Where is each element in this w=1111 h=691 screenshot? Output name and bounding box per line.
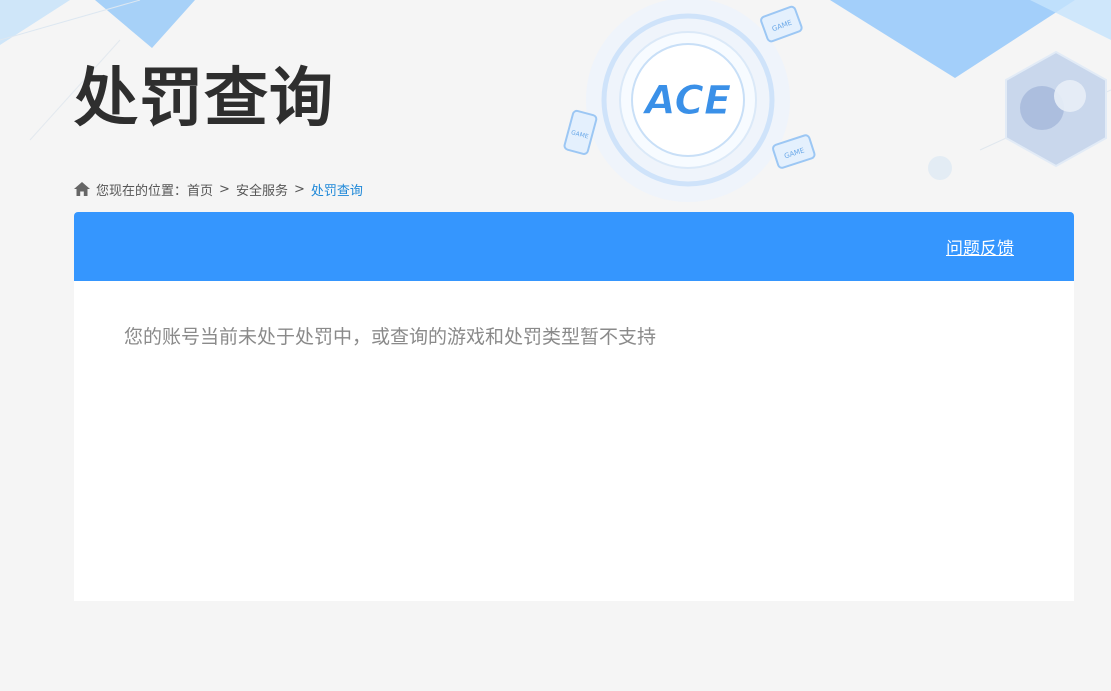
panel-header: 问题反馈 bbox=[74, 212, 1074, 281]
crystal-right bbox=[830, 0, 1075, 78]
feedback-link[interactable]: 问题反馈 bbox=[946, 234, 1014, 259]
character-avatar bbox=[1005, 50, 1107, 168]
svg-text:GAME: GAME bbox=[771, 19, 793, 34]
result-panel: 问题反馈 您的账号当前未处于处罚中，或查询的游戏和处罚类型暂不支持 bbox=[74, 212, 1074, 601]
game-card-icon: GAME bbox=[563, 109, 598, 155]
game-card-icon: GAME bbox=[760, 5, 803, 43]
svg-text:GAME: GAME bbox=[783, 146, 805, 160]
breadcrumb-separator: > bbox=[219, 181, 230, 197]
svg-text:ACE: ACE bbox=[642, 78, 731, 124]
page-title: 处罚查询 bbox=[74, 62, 334, 136]
result-message: 您的账号当前未处于处罚中，或查询的游戏和处罚类型暂不支持 bbox=[124, 326, 657, 348]
breadcrumb-current: 处罚查询 bbox=[310, 183, 363, 199]
svg-text:GAME: GAME bbox=[570, 129, 589, 140]
breadcrumb: 您现在的位置： 首页 > 安全服务 > 处罚查询 bbox=[74, 180, 363, 199]
ace-logo: ACE bbox=[586, 0, 790, 202]
breadcrumb-home-link[interactable]: 首页 bbox=[187, 180, 213, 199]
breadcrumb-prefix: 您现在的位置： bbox=[96, 183, 188, 199]
breadcrumb-security-link[interactable]: 安全服务 bbox=[236, 180, 288, 199]
crystal-left bbox=[95, 0, 195, 48]
game-card-icon: GAME bbox=[772, 134, 816, 169]
home-icon bbox=[74, 182, 90, 196]
breadcrumb-separator: > bbox=[293, 181, 305, 197]
